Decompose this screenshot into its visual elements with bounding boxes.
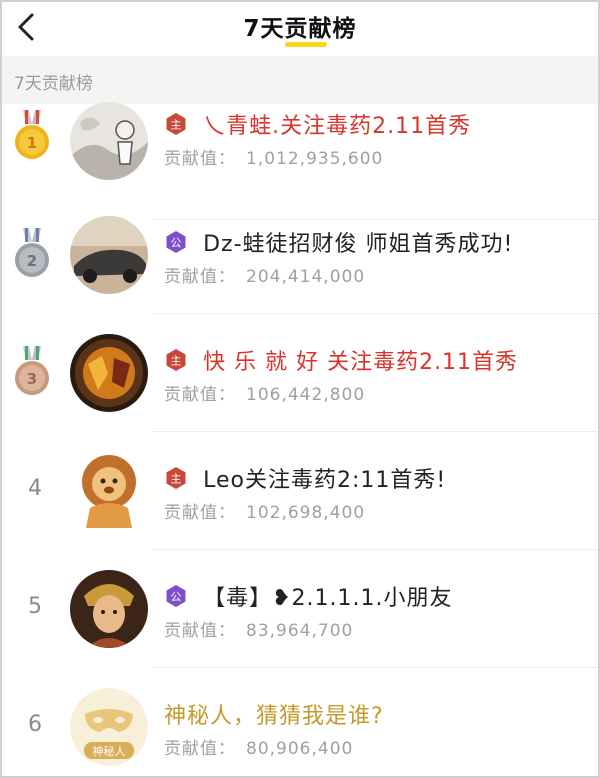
- user-name[interactable]: Leo关注毒药2:11首秀!: [203, 462, 446, 494]
- svg-text:3: 3: [27, 370, 37, 388]
- name-line: 主 Leo关注毒药2:11首秀!: [164, 462, 588, 496]
- name-line: 公 Dz-蛙徒招财俊 师姐首秀成功!: [164, 226, 588, 260]
- list-item[interactable]: 5 公 【毒】❥2.1.1.1.小朋友 贡献值： 83,964,700: [2, 550, 598, 668]
- section-label: 7天贡献榜: [14, 74, 93, 94]
- level-badge-icon: 主: [166, 113, 186, 135]
- score-line: 贡献值： 80,906,400: [164, 739, 354, 759]
- avatar[interactable]: [70, 216, 148, 294]
- svg-text:主: 主: [171, 473, 182, 486]
- level-badge-icon: 主: [166, 467, 186, 489]
- score-value: 106,442,800: [246, 385, 366, 405]
- bronze-medal-icon: 3: [15, 346, 49, 395]
- score-value: 1,012,935,600: [246, 149, 384, 169]
- list-item[interactable]: 6 神秘人 神秘人，猜猜我是谁? 贡献值： 80,906,400: [2, 668, 598, 776]
- score-line: 贡献值： 1,012,935,600: [164, 149, 384, 169]
- page-title: 7天贡献榜: [243, 16, 357, 42]
- score-line: 贡献值： 204,414,000: [164, 267, 366, 287]
- avatar[interactable]: [70, 334, 148, 412]
- rank-number: 5: [28, 594, 42, 619]
- svg-text:主: 主: [171, 355, 182, 368]
- app-frame: 7天贡献榜 7天贡献榜 1 主 乀青蛙.关注毒药2.11首秀 贡献值： 1,01…: [0, 0, 600, 778]
- level-badge-icon: 公: [166, 231, 186, 253]
- svg-text:2: 2: [27, 252, 37, 270]
- user-name[interactable]: 乀青蛙.关注毒药2.11首秀: [203, 108, 471, 140]
- user-name[interactable]: Dz-蛙徒招财俊 师姐首秀成功!: [203, 226, 513, 258]
- list-item[interactable]: 3 主 快 乐 就 好 关注毒药2.11首秀 贡献值： 106,442,800: [2, 314, 598, 432]
- level-badge-icon: 公: [166, 585, 186, 607]
- name-line: 主 快 乐 就 好 关注毒药2.11首秀: [164, 344, 588, 378]
- avatar[interactable]: [70, 102, 148, 180]
- svg-text:公: 公: [171, 237, 182, 250]
- user-name[interactable]: 快 乐 就 好 关注毒药2.11首秀: [203, 344, 518, 376]
- score-line: 贡献值： 83,964,700: [164, 621, 354, 641]
- list-item[interactable]: 4 主 Leo关注毒药2:11首秀! 贡献值： 102,698,400: [2, 432, 598, 550]
- level-badge-icon: 主: [166, 349, 186, 371]
- svg-text:1: 1: [27, 134, 37, 152]
- avatar[interactable]: [70, 570, 148, 648]
- score-line: 贡献值： 102,698,400: [164, 503, 366, 523]
- avatar[interactable]: [70, 452, 148, 530]
- score-value: 83,964,700: [246, 621, 354, 641]
- gold-medal-icon: 1: [15, 110, 49, 159]
- score-value: 80,906,400: [246, 739, 354, 759]
- name-line: 主 乀青蛙.关注毒药2.11首秀: [164, 108, 588, 142]
- name-line: 公 【毒】❥2.1.1.1.小朋友: [164, 580, 588, 614]
- user-name[interactable]: 神秘人，猜猜我是谁?: [164, 698, 384, 730]
- svg-text:主: 主: [171, 119, 182, 132]
- name-line: 神秘人，猜猜我是谁?: [164, 698, 588, 732]
- title-underline: [285, 42, 327, 47]
- rank-number: 4: [28, 476, 42, 501]
- mystery-avatar[interactable]: 神秘人: [70, 688, 148, 766]
- svg-text:神秘人: 神秘人: [93, 744, 126, 758]
- user-name[interactable]: 【毒】❥2.1.1.1.小朋友: [203, 580, 452, 612]
- section-header: 7天贡献榜: [2, 56, 598, 104]
- silver-medal-icon: 2: [15, 228, 49, 277]
- svg-text:公: 公: [171, 591, 182, 604]
- score-value: 204,414,000: [246, 267, 366, 287]
- score-line: 贡献值： 106,442,800: [164, 385, 366, 405]
- list-item[interactable]: 2 公 Dz-蛙徒招财俊 师姐首秀成功! 贡献值： 204,414,000: [2, 196, 598, 314]
- score-value: 102,698,400: [246, 503, 366, 523]
- rank-number: 6: [28, 712, 42, 737]
- top-bar: 7天贡献榜: [2, 2, 598, 56]
